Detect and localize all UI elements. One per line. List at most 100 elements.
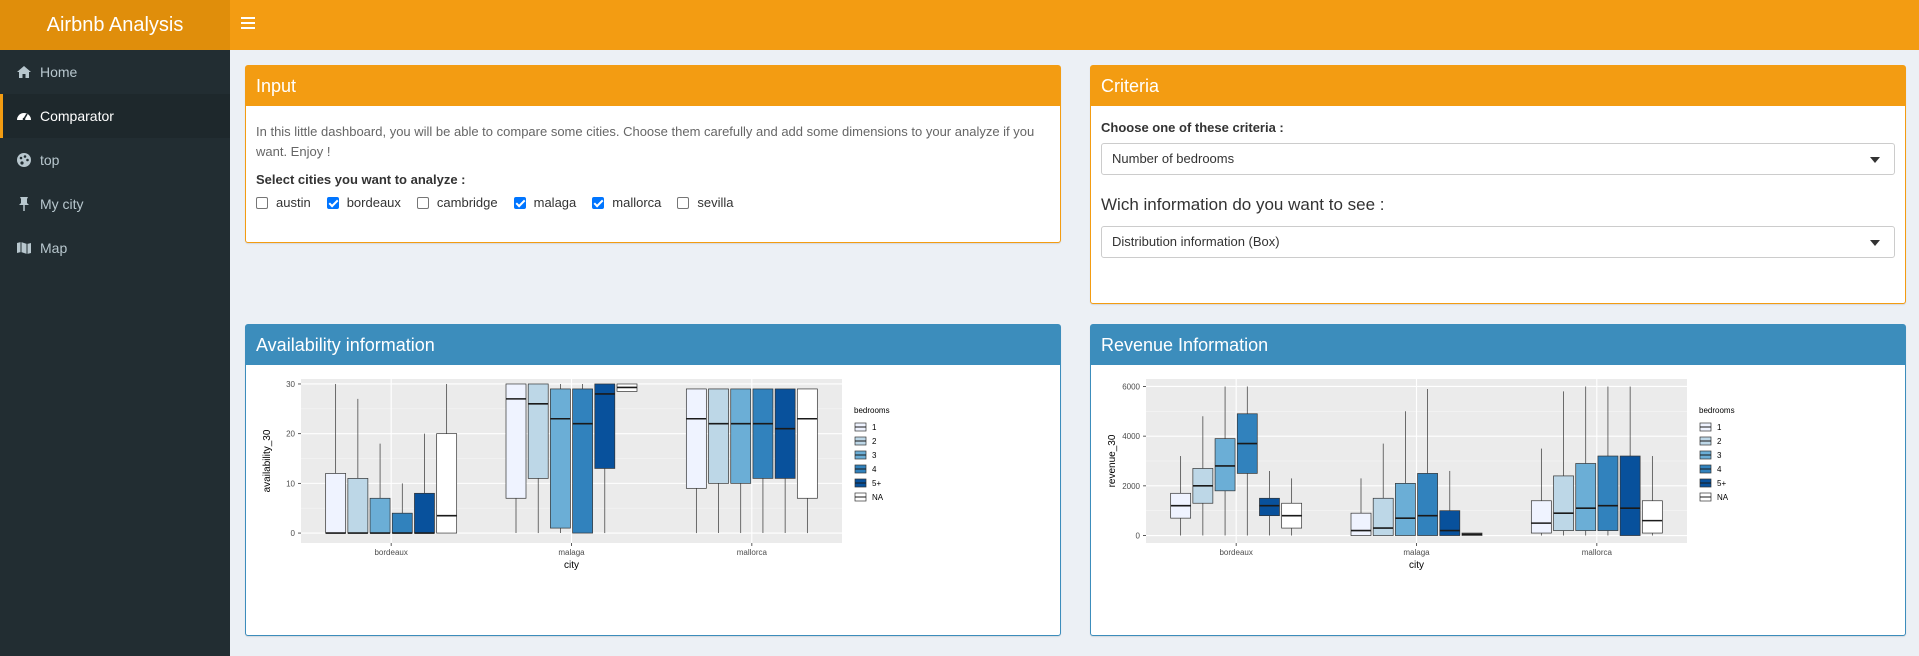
- revenue-box: Revenue Information 0 2000 4000 6000 bordeau…: [1090, 324, 1906, 636]
- box-mark: [685, 388, 707, 489]
- box-mark: [752, 388, 774, 479]
- criteria-box: Criteria Choose one of these criteria : …: [1090, 65, 1906, 304]
- legend-label: 2: [1717, 437, 1722, 446]
- legend-title: bedrooms: [854, 406, 890, 415]
- home-icon: [17, 66, 31, 78]
- y-axis-title: revenue_30: [1107, 434, 1118, 487]
- sidebar-item-label: top: [40, 152, 60, 168]
- sidebar-toggle-icon[interactable]: [241, 14, 261, 34]
- box-mark: [1417, 473, 1438, 536]
- box-mark: [1372, 497, 1394, 536]
- map-icon: [17, 242, 31, 254]
- legend-label: 3: [1717, 451, 1722, 460]
- y-tick-label: 0: [1136, 532, 1141, 541]
- y-axis-title: availability_30: [262, 429, 273, 492]
- x-tick-label: bordeaux: [374, 548, 407, 557]
- availability-box-title: Availability information: [246, 325, 1060, 365]
- box-mark: [1530, 500, 1552, 534]
- intro-text: In this little dashboard, you will be ab…: [256, 124, 1035, 159]
- checkbox[interactable]: [592, 196, 605, 209]
- checkbox[interactable]: [326, 196, 339, 209]
- x-tick-label: mallorca: [737, 548, 768, 557]
- criteria-select[interactable]: Number of bedrooms: [1101, 143, 1895, 175]
- checkbox-label: cambridge: [436, 195, 498, 210]
- checkbox[interactable]: [677, 196, 690, 209]
- chevron-down-icon: [1870, 157, 1880, 163]
- revenue-box-title: Revenue Information: [1091, 325, 1905, 365]
- box-mark: [572, 388, 593, 534]
- y-tick-label: 4000: [1122, 432, 1140, 441]
- x-tick-label: malaga: [558, 548, 585, 557]
- y-tick-label: 30: [286, 380, 295, 389]
- box-mark: [325, 473, 347, 534]
- legend-label: 5+: [1717, 479, 1726, 488]
- legend-label: 1: [872, 423, 877, 432]
- box-mark: [708, 388, 729, 484]
- box-mark: [1439, 510, 1461, 536]
- box-mark: [1619, 455, 1641, 536]
- sidebar-item-top[interactable]: top: [0, 138, 230, 182]
- info-select[interactable]: Distribution information (Box): [1101, 226, 1895, 258]
- x-axis-title: city: [564, 560, 579, 571]
- availability-box: Availability information 0 10 20 30 bordeaux…: [245, 324, 1061, 636]
- input-box: Input In this little dashboard, you will…: [245, 65, 1061, 243]
- criteria-select-value: Number of bedrooms: [1112, 151, 1235, 166]
- sidebar-item-comparator[interactable]: Comparator: [0, 94, 230, 138]
- city-checkbox-bordeaux[interactable]: bordeaux: [326, 195, 401, 210]
- box-mark: [391, 512, 413, 534]
- city-checkbox-malaga[interactable]: malaga: [513, 195, 577, 210]
- sidebar: Home Comparator top My city Map: [0, 50, 230, 656]
- y-tick-label: 20: [286, 430, 295, 439]
- criteria-label: Choose one of these criteria :: [1101, 120, 1284, 135]
- sidebar-item-label: Map: [40, 240, 68, 256]
- x-tick-label: bordeaux: [1219, 548, 1252, 557]
- legend-label: 2: [872, 437, 877, 446]
- y-tick-label: 10: [286, 479, 295, 488]
- legend-label: 1: [1717, 423, 1722, 432]
- y-tick-label: 0: [291, 529, 296, 538]
- cities-label: Select cities you want to analyze :: [256, 172, 466, 187]
- box-mark: [774, 388, 796, 479]
- revenue-chart: 0 2000 4000 6000 bordeaux malaga mallorca city r…: [1107, 379, 1735, 571]
- checkbox[interactable]: [416, 196, 429, 209]
- checkbox-label: austin: [276, 195, 311, 210]
- checkbox[interactable]: [256, 196, 268, 209]
- y-tick-label: 2000: [1122, 482, 1140, 491]
- box-mark: [527, 383, 549, 479]
- sidebar-item-label: Comparator: [40, 108, 114, 124]
- info-label: Wich information do you want to see :: [1101, 195, 1385, 214]
- sidebar-item-label: Home: [40, 64, 78, 80]
- app-title[interactable]: Airbnb Analysis: [0, 0, 230, 50]
- checkbox-label: malaga: [533, 195, 577, 210]
- city-checkbox-mallorca[interactable]: mallorca: [592, 195, 661, 210]
- box-mark: [1259, 497, 1280, 517]
- x-tick-label: malaga: [1403, 548, 1430, 557]
- pin-icon: [19, 197, 29, 211]
- legend-title: bedrooms: [1699, 406, 1735, 415]
- box-mark: [1350, 512, 1372, 536]
- box-mark: [369, 497, 391, 534]
- box-mark: [594, 383, 616, 469]
- legend-label: NA: [1717, 493, 1729, 502]
- checkbox-label: bordeaux: [346, 195, 401, 210]
- box-mark: [1553, 475, 1574, 531]
- city-checkbox-sevilla[interactable]: sevilla: [677, 195, 734, 210]
- box-mark: [1575, 463, 1597, 531]
- chevron-down-icon: [1870, 240, 1880, 246]
- sidebar-item-home[interactable]: Home: [0, 50, 230, 94]
- checkbox-label: sevilla: [697, 195, 734, 210]
- sidebar-item-map[interactable]: Map: [0, 226, 230, 270]
- sidebar-item-label: My city: [40, 196, 84, 212]
- availability-chart: 0 10 20 30 bordeaux malaga mallorca city availab…: [262, 379, 890, 571]
- box-mark: [414, 492, 435, 534]
- box-mark: [550, 388, 571, 529]
- checkbox[interactable]: [513, 196, 526, 209]
- sidebar-item-my-city[interactable]: My city: [0, 182, 230, 226]
- box-mark: [505, 383, 527, 499]
- box-mark: [796, 388, 818, 499]
- box-mark: [1395, 483, 1416, 536]
- box-mark: [1597, 455, 1619, 531]
- dashboard-icon: [17, 113, 31, 121]
- city-checkbox-austin[interactable]: austin: [256, 195, 311, 210]
- city-checkbox-cambridge[interactable]: cambridge: [416, 195, 498, 210]
